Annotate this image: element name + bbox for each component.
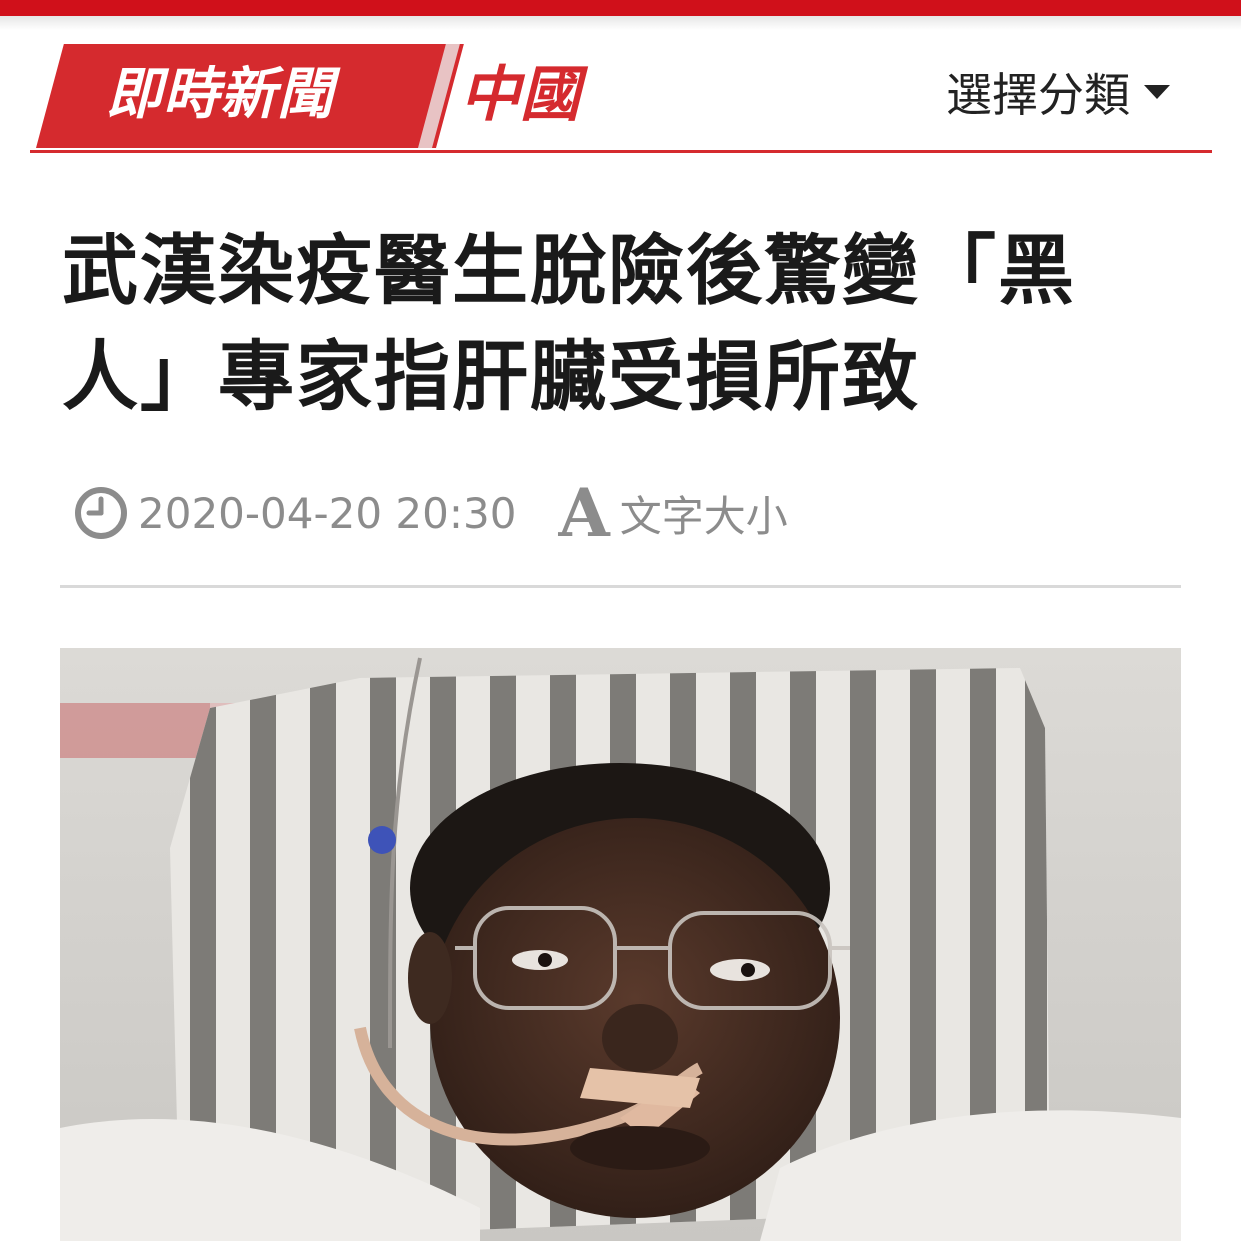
font-size-icon[interactable]: A [558, 480, 609, 546]
chevron-down-icon[interactable] [1144, 85, 1170, 99]
top-brand-bar [0, 0, 1241, 16]
article-headline: 武漢染疫醫生脫險後驚變「黑人」專家指肝臟受損所致 [62, 226, 1076, 421]
top-bar-shadow [0, 16, 1241, 30]
category-select-label[interactable]: 選擇分類 [946, 59, 1130, 125]
header-divider [30, 150, 1212, 153]
article-photo-illustration [60, 648, 1181, 1241]
publish-date: 2020-04-20 20:30 [138, 488, 517, 538]
font-size-label[interactable]: 文字大小 [620, 483, 788, 544]
font-size-button[interactable]: A 文字大小 [558, 480, 787, 546]
section-header: 即時新聞 中國 選擇分類 [30, 44, 1212, 154]
category-select-dropdown[interactable]: 選擇分類 [946, 62, 1170, 122]
clock-icon [75, 487, 127, 539]
article-meta: 2020-04-20 20:30 A 文字大小 [74, 480, 788, 546]
category-label[interactable]: 中國 [460, 60, 580, 130]
meta-divider [60, 585, 1181, 588]
section-tag-label[interactable]: 即時新聞 [106, 60, 334, 130]
article-photo [60, 648, 1181, 1241]
